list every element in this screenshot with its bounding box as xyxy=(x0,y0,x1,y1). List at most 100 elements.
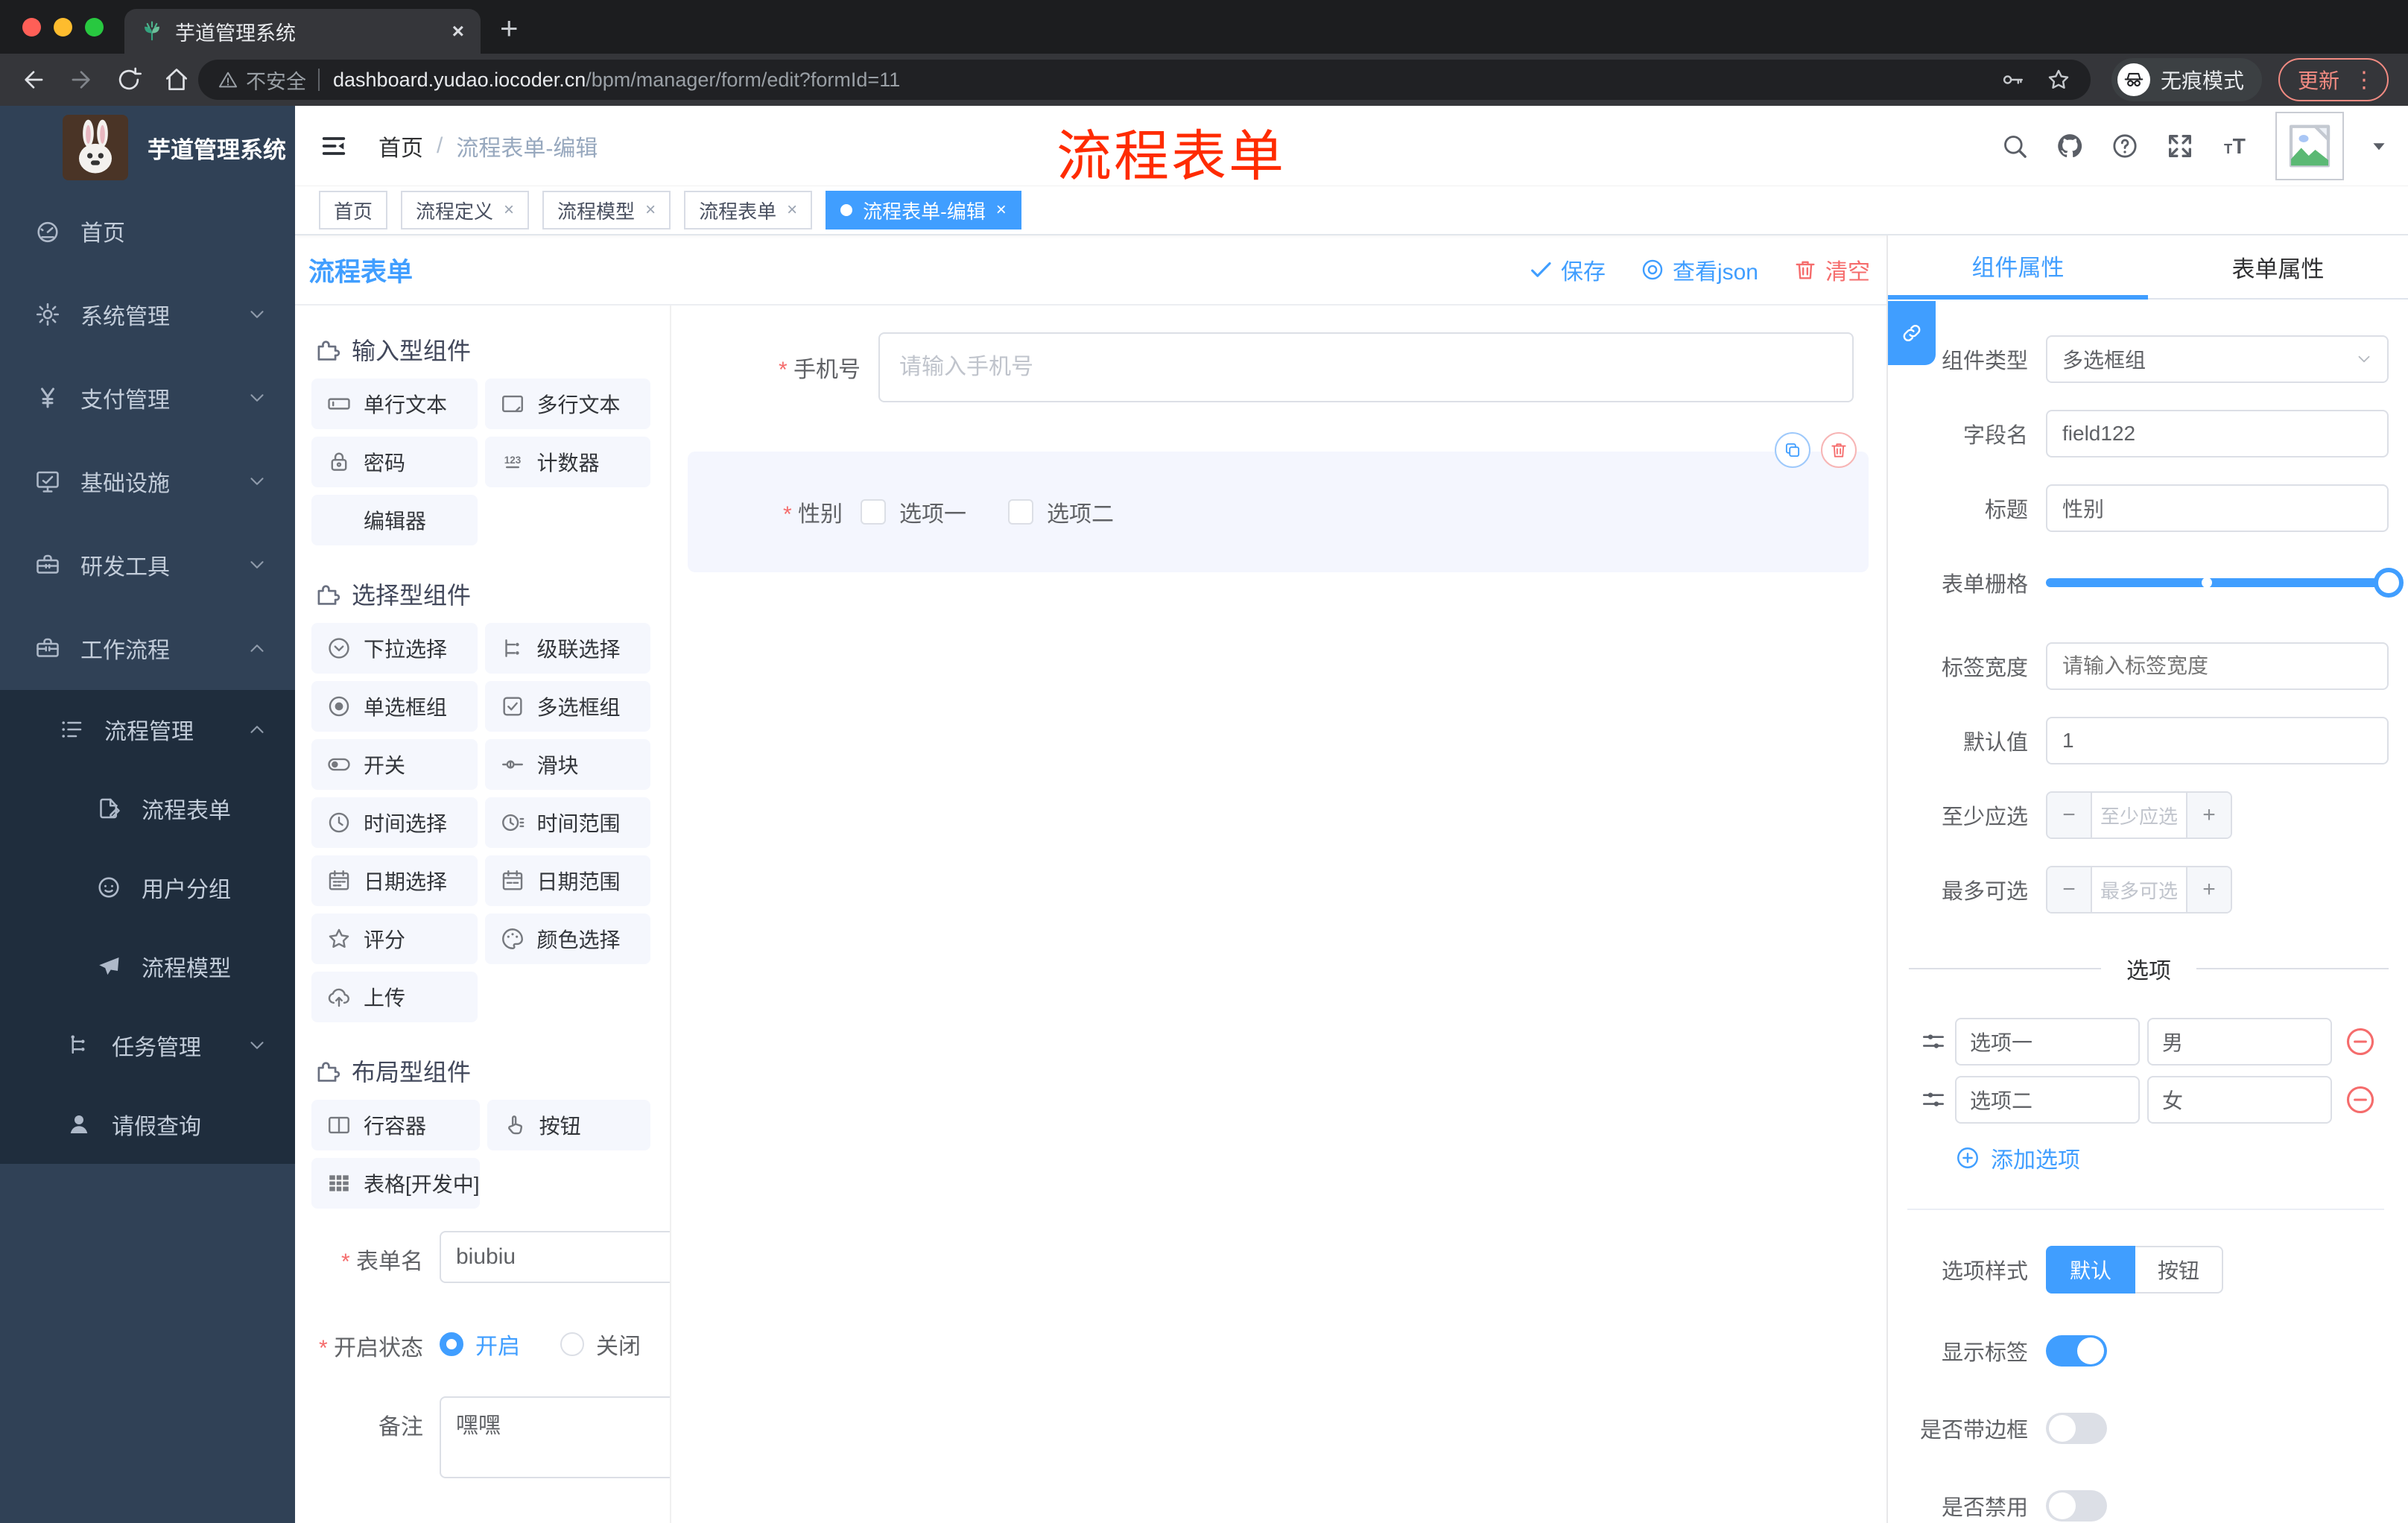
sidebar-item-process-model[interactable]: 流程模型 xyxy=(0,927,295,1006)
chip-rate[interactable]: 评分 xyxy=(311,914,478,964)
delete-component-button[interactable] xyxy=(1821,432,1857,468)
grid-slider[interactable] xyxy=(2046,559,2404,607)
avatar-caret-down-icon[interactable] xyxy=(2369,136,2389,156)
option-value-input[interactable] xyxy=(2147,1018,2332,1066)
chip-multi-line-text[interactable]: 多行文本 xyxy=(484,379,650,429)
label-width-input[interactable] xyxy=(2046,642,2389,690)
sidebar-item-payment[interactable]: 支付管理 xyxy=(0,356,295,440)
tab-form-props[interactable]: 表单属性 xyxy=(2148,235,2408,300)
tag-home[interactable]: 首页 xyxy=(319,191,388,229)
sidebar-item-home[interactable]: 首页 xyxy=(0,189,295,273)
add-option-button[interactable]: 添加选项 xyxy=(1955,1142,2389,1174)
font-size-icon[interactable]: TT xyxy=(2220,131,2250,161)
url-field[interactable]: 不安全 dashboard.yudao.iocoder.cn/bpm/manag… xyxy=(198,60,2091,100)
status-radio-on[interactable]: 开启 xyxy=(440,1328,520,1361)
canvas-field-phone[interactable]: 手机号 xyxy=(671,332,1886,402)
chip-cascader[interactable]: 级联选择 xyxy=(484,623,650,674)
min-select-stepper[interactable]: − 至少应选 + xyxy=(2046,791,2232,839)
drag-handle-icon[interactable] xyxy=(1919,1086,1948,1114)
checkbox[interactable] xyxy=(861,499,886,525)
border-toggle[interactable] xyxy=(2046,1413,2107,1444)
stepper-value[interactable]: 最多可选 xyxy=(2092,867,2186,912)
title-input[interactable] xyxy=(2046,484,2389,532)
help-icon[interactable] xyxy=(2110,131,2140,161)
option-value-input[interactable] xyxy=(2147,1076,2332,1124)
sidebar-item-system[interactable]: 系统管理 xyxy=(0,273,295,356)
status-radio-off[interactable]: 关闭 xyxy=(560,1328,641,1361)
sidebar-item-process-form[interactable]: 流程表单 xyxy=(0,769,295,848)
chip-button[interactable]: 按钮 xyxy=(487,1100,650,1150)
back-icon[interactable] xyxy=(19,66,48,94)
save-button[interactable]: 保存 xyxy=(1528,253,1606,286)
sidebar-item-leave-query[interactable]: 请假查询 xyxy=(0,1085,295,1164)
bookmark-star-icon[interactable] xyxy=(2046,67,2071,92)
chip-single-line-text[interactable]: 单行文本 xyxy=(311,379,478,429)
chip-radio-group[interactable]: 单选框组 xyxy=(311,681,478,732)
new-tab-button[interactable]: + xyxy=(500,10,519,46)
drag-handle-icon[interactable] xyxy=(1919,1028,1948,1056)
sidebar-item-workflow[interactable]: 工作流程 xyxy=(0,607,295,690)
disabled-toggle[interactable] xyxy=(2046,1490,2107,1522)
breadcrumb-home[interactable]: 首页 xyxy=(378,130,423,162)
chip-slider[interactable]: 滑块 xyxy=(484,739,650,790)
show-label-toggle[interactable] xyxy=(2046,1335,2107,1367)
form-name-input[interactable] xyxy=(440,1231,670,1283)
sidebar-item-process-management[interactable]: 流程管理 xyxy=(0,690,295,769)
tag-process-form[interactable]: 流程表单 × xyxy=(684,191,813,229)
link-tab[interactable] xyxy=(1888,301,1936,365)
url-text[interactable]: dashboard.yudao.iocoder.cn/bpm/manager/f… xyxy=(333,69,1979,92)
home-icon[interactable] xyxy=(162,66,191,94)
style-default-button[interactable]: 默认 xyxy=(2046,1246,2136,1294)
checkbox[interactable] xyxy=(1008,499,1033,525)
stepper-value[interactable]: 至少应选 xyxy=(2092,793,2186,838)
stepper-plus-button[interactable]: + xyxy=(2186,793,2231,838)
browser-menu-icon[interactable]: ⋮ xyxy=(2353,67,2375,93)
canvas-field-gender-selected[interactable]: 性别 选项一 选项二 xyxy=(688,452,1869,572)
tag-close-icon[interactable]: × xyxy=(996,200,1007,221)
chip-upload[interactable]: 上传 xyxy=(311,972,478,1022)
sidebar-item-task-management[interactable]: 任务管理 xyxy=(0,1006,295,1085)
form-canvas[interactable]: 手机号 性别 选项一 xyxy=(671,305,1886,1523)
view-json-button[interactable]: 查看json xyxy=(1640,253,1758,286)
forward-icon[interactable] xyxy=(67,66,95,94)
field-name-input[interactable] xyxy=(2046,410,2389,457)
clear-button[interactable]: 清空 xyxy=(1793,253,1870,286)
fullscreen-icon[interactable] xyxy=(2165,131,2195,161)
tag-close-icon[interactable]: × xyxy=(504,200,514,221)
chip-switch[interactable]: 开关 xyxy=(311,739,478,790)
chip-date-picker[interactable]: 日期选择 xyxy=(311,855,478,906)
search-icon[interactable] xyxy=(2000,131,2030,161)
component-type-select[interactable]: 多选框组 xyxy=(2046,335,2389,383)
remove-option-icon[interactable] xyxy=(2344,1025,2377,1058)
stepper-plus-button[interactable]: + xyxy=(2186,867,2231,912)
user-avatar[interactable] xyxy=(2275,111,2344,180)
window-minimize-button[interactable] xyxy=(54,17,72,37)
option-label-input[interactable] xyxy=(1955,1076,2140,1124)
form-remark-textarea[interactable]: 嘿嘿 xyxy=(440,1396,670,1478)
chip-table[interactable]: 表格[开发中] xyxy=(311,1158,480,1209)
password-key-icon[interactable] xyxy=(2000,67,2025,92)
stepper-minus-button[interactable]: − xyxy=(2047,793,2092,838)
tag-process-form-edit[interactable]: 流程表单-编辑 × xyxy=(826,191,1021,229)
sidebar-item-devtools[interactable]: 研发工具 xyxy=(0,523,295,607)
reload-icon[interactable] xyxy=(115,66,143,94)
chip-date-range[interactable]: 日期范围 xyxy=(484,855,650,906)
tab-component-props[interactable]: 组件属性 xyxy=(1888,235,2148,300)
default-value-input[interactable] xyxy=(2046,717,2389,764)
gender-checkbox-option-2[interactable]: 选项二 xyxy=(1008,495,1114,528)
tag-process-definition[interactable]: 流程定义 × xyxy=(401,191,530,229)
chip-time-range[interactable]: 时间范围 xyxy=(484,797,650,848)
copy-component-button[interactable] xyxy=(1775,432,1810,468)
chip-color-picker[interactable]: 颜色选择 xyxy=(484,914,650,964)
window-close-button[interactable] xyxy=(22,17,41,37)
option-label-input[interactable] xyxy=(1955,1018,2140,1066)
chip-checkbox-group[interactable]: 多选框组 xyxy=(484,681,650,732)
window-maximize-button[interactable] xyxy=(85,17,104,37)
chip-counter[interactable]: 123 计数器 xyxy=(484,437,650,487)
style-button-button[interactable]: 按钮 xyxy=(2135,1246,2224,1294)
chip-select[interactable]: 下拉选择 xyxy=(311,623,478,674)
sidebar-collapse-icon[interactable] xyxy=(319,131,349,161)
slider-handle[interactable] xyxy=(2374,568,2404,598)
sidebar-item-infrastructure[interactable]: 基础设施 xyxy=(0,440,295,523)
browser-tab[interactable]: 芋道管理系统 × xyxy=(124,9,481,54)
